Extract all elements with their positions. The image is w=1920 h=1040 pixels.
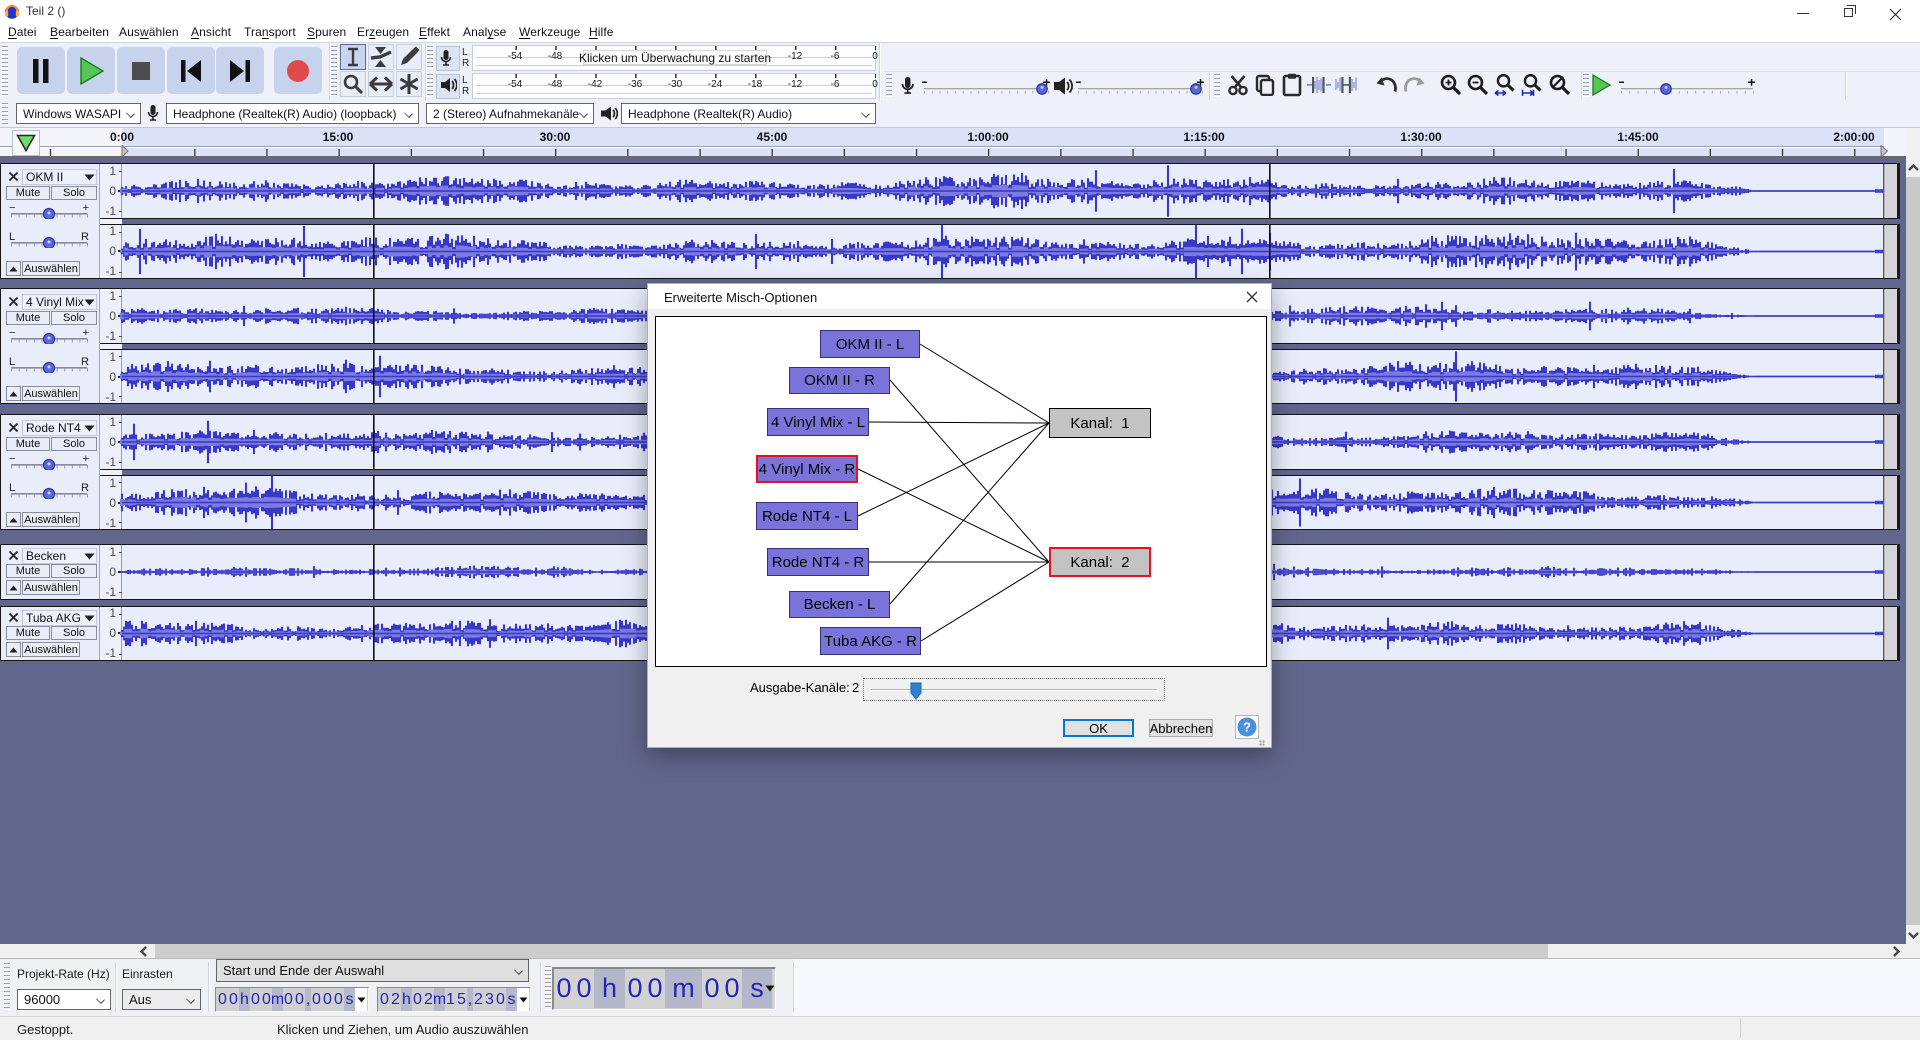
svg-text:?: ? xyxy=(1243,720,1251,735)
